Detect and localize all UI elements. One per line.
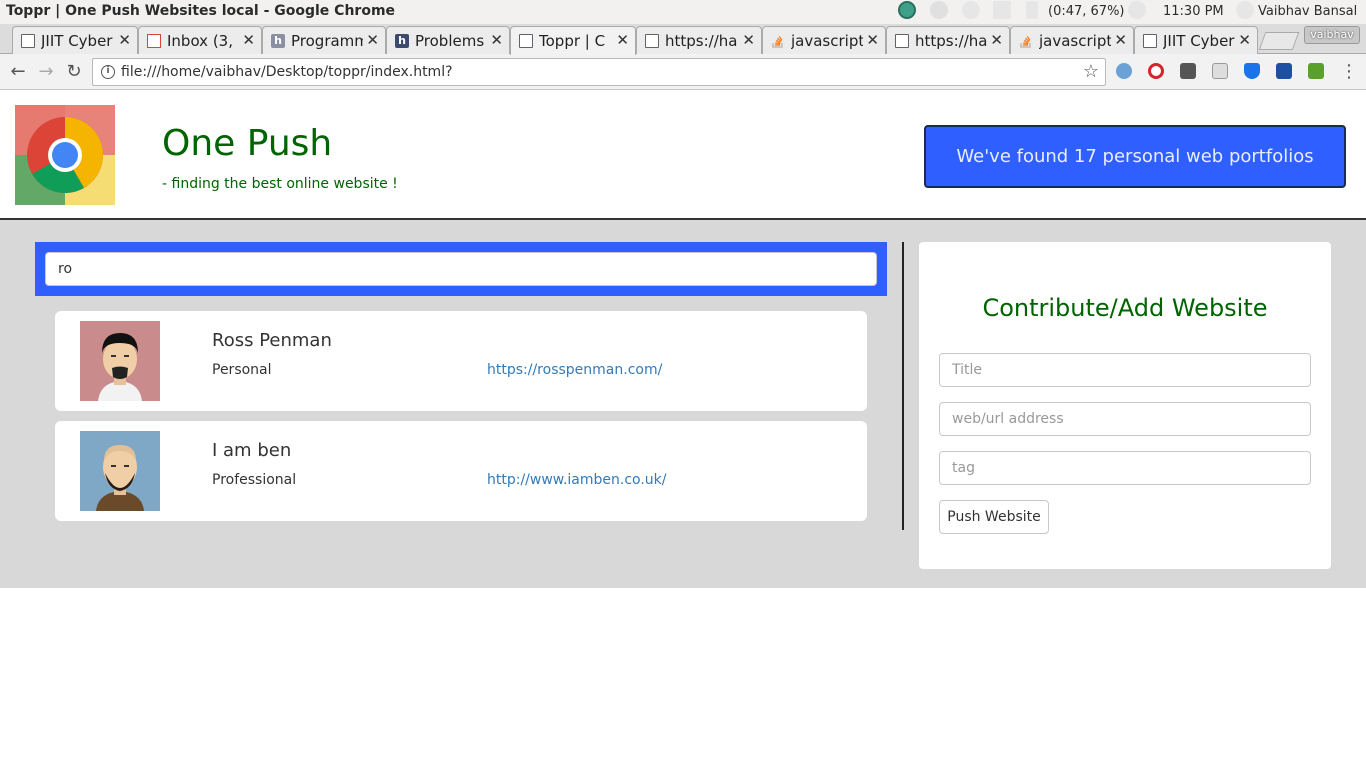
power-icon[interactable] bbox=[1236, 1, 1254, 19]
user-menu[interactable]: Vaibhav Bansal bbox=[1258, 4, 1357, 19]
tab[interactable]: h Problems ✕ bbox=[386, 26, 510, 54]
tab[interactable]: https://ha ✕ bbox=[886, 26, 1010, 54]
site-tagline: - finding the best online website ! bbox=[162, 176, 398, 192]
url-text[interactable]: file:///home/vaibhav/Desktop/toppr/index… bbox=[121, 64, 453, 80]
close-icon[interactable]: ✕ bbox=[242, 31, 255, 49]
reload-icon[interactable]: ↻ bbox=[62, 60, 86, 84]
doc-icon bbox=[519, 34, 533, 48]
close-icon[interactable]: ✕ bbox=[1238, 31, 1251, 49]
search-input[interactable] bbox=[45, 252, 877, 286]
close-icon[interactable]: ✕ bbox=[118, 31, 131, 49]
clock[interactable]: 11:30 PM bbox=[1163, 4, 1224, 19]
h-icon: h bbox=[395, 34, 409, 48]
volume-icon[interactable] bbox=[1128, 1, 1146, 19]
tab[interactable]: h Programm ✕ bbox=[262, 26, 386, 54]
tab-label: javascript bbox=[1039, 32, 1111, 50]
site-header: One Push - finding the best online websi… bbox=[0, 90, 1366, 220]
result-tag: Personal bbox=[212, 362, 272, 378]
tab[interactable]: javascript ✕ bbox=[1010, 26, 1134, 54]
chrome-logo bbox=[15, 105, 115, 205]
contribute-title: Contribute/Add Website bbox=[982, 294, 1268, 322]
tab-label: JIIT Cyber bbox=[41, 32, 113, 50]
battery-status: (0:47, 67%) bbox=[1048, 4, 1125, 19]
close-icon[interactable]: ✕ bbox=[742, 31, 755, 49]
stackoverflow-icon bbox=[772, 35, 783, 48]
menu-icon[interactable]: ⋮ bbox=[1340, 61, 1358, 82]
tab[interactable]: https://ha ✕ bbox=[636, 26, 762, 54]
close-icon[interactable]: ✕ bbox=[866, 31, 879, 49]
tab-label: Problems bbox=[415, 32, 485, 50]
forward-icon[interactable]: → bbox=[34, 60, 58, 84]
avatar bbox=[80, 321, 160, 401]
keyboard-layout-icon[interactable] bbox=[993, 1, 1011, 19]
result-card: Ross Penman Personal https://rosspenman.… bbox=[55, 311, 867, 411]
gmail-icon bbox=[147, 34, 161, 48]
avatar bbox=[80, 431, 160, 511]
tab-label: https://ha bbox=[915, 32, 987, 50]
extension-globe-icon[interactable] bbox=[1116, 63, 1132, 79]
tab-label: JIIT Cyber bbox=[1163, 32, 1235, 50]
close-icon[interactable]: ✕ bbox=[366, 31, 379, 49]
vertical-divider bbox=[902, 242, 904, 530]
close-icon[interactable]: ✕ bbox=[490, 31, 503, 49]
result-tag: Professional bbox=[212, 472, 297, 488]
tab[interactable]: Inbox (3, ✕ bbox=[138, 26, 262, 54]
url-field[interactable] bbox=[939, 402, 1311, 436]
search-bar-container bbox=[35, 242, 887, 296]
vpn-icon[interactable] bbox=[1276, 63, 1292, 79]
extension-icon[interactable] bbox=[1180, 63, 1196, 79]
tab[interactable]: JIIT Cyber ✕ bbox=[1134, 26, 1258, 54]
network-icon[interactable] bbox=[930, 1, 948, 19]
tab[interactable]: JIIT Cyber ✕ bbox=[12, 26, 138, 54]
page: One Push - finding the best online websi… bbox=[0, 90, 1366, 768]
tab-strip: JIIT Cyber ✕ Inbox (3, ✕ h Programm ✕ h … bbox=[0, 24, 1366, 55]
result-link[interactable]: https://rosspenman.com/ bbox=[487, 362, 662, 378]
tab-active[interactable]: Toppr | C ✕ bbox=[510, 26, 636, 55]
title-field[interactable] bbox=[939, 353, 1311, 387]
stackoverflow-icon bbox=[1020, 35, 1031, 48]
result-link[interactable]: http://www.iamben.co.uk/ bbox=[487, 472, 667, 488]
window-title: Toppr | One Push Websites local - Google… bbox=[6, 3, 396, 19]
os-title-bar: Toppr | One Push Websites local - Google… bbox=[0, 0, 1366, 24]
profile-button[interactable]: vaibhav bbox=[1304, 26, 1360, 44]
back-icon[interactable]: ← bbox=[6, 60, 30, 84]
tab[interactable]: javascript ✕ bbox=[762, 26, 886, 54]
new-tab-button[interactable] bbox=[1258, 32, 1300, 50]
doc-icon bbox=[645, 34, 659, 48]
download-icon[interactable] bbox=[1308, 63, 1324, 79]
portfolio-count-button[interactable]: We've found 17 personal web portfolios bbox=[924, 125, 1346, 188]
extension-icon[interactable] bbox=[1212, 63, 1228, 79]
close-icon[interactable]: ✕ bbox=[990, 31, 1003, 49]
shield-icon[interactable] bbox=[1244, 63, 1260, 79]
result-card: I am ben Professional http://www.iamben.… bbox=[55, 421, 867, 521]
contribute-panel: Contribute/Add Website Push Website bbox=[919, 242, 1331, 569]
address-bar[interactable]: i file:///home/vaibhav/Desktop/toppr/ind… bbox=[92, 58, 1106, 86]
bookmark-star-icon[interactable]: ☆ bbox=[1083, 61, 1099, 82]
tab-label: https://ha bbox=[665, 32, 738, 50]
result-name: Ross Penman bbox=[212, 330, 332, 351]
tag-field[interactable] bbox=[939, 451, 1311, 485]
opera-extension-icon[interactable] bbox=[1148, 63, 1164, 79]
push-website-button[interactable]: Push Website bbox=[939, 500, 1049, 534]
tab-label: Toppr | C bbox=[539, 32, 606, 50]
site-title: One Push bbox=[162, 123, 333, 164]
doc-icon bbox=[1143, 34, 1157, 48]
info-icon[interactable]: i bbox=[101, 65, 115, 79]
wifi-icon[interactable] bbox=[962, 1, 980, 19]
doc-icon bbox=[21, 34, 35, 48]
close-icon[interactable]: ✕ bbox=[1114, 31, 1127, 49]
app-indicator-icon[interactable] bbox=[898, 1, 916, 19]
close-icon[interactable]: ✕ bbox=[616, 31, 629, 49]
tab-label: Programm bbox=[291, 32, 363, 50]
tab-label: Inbox (3, bbox=[167, 32, 233, 50]
battery-icon[interactable] bbox=[1026, 1, 1038, 19]
browser-toolbar: ← → ↻ i file:///home/vaibhav/Desktop/top… bbox=[0, 54, 1366, 90]
tab-label: javascript bbox=[791, 32, 863, 50]
doc-icon bbox=[895, 34, 909, 48]
h-icon: h bbox=[271, 34, 285, 48]
result-name: I am ben bbox=[212, 440, 292, 461]
content-area: Ross Penman Personal https://rosspenman.… bbox=[0, 220, 1366, 588]
